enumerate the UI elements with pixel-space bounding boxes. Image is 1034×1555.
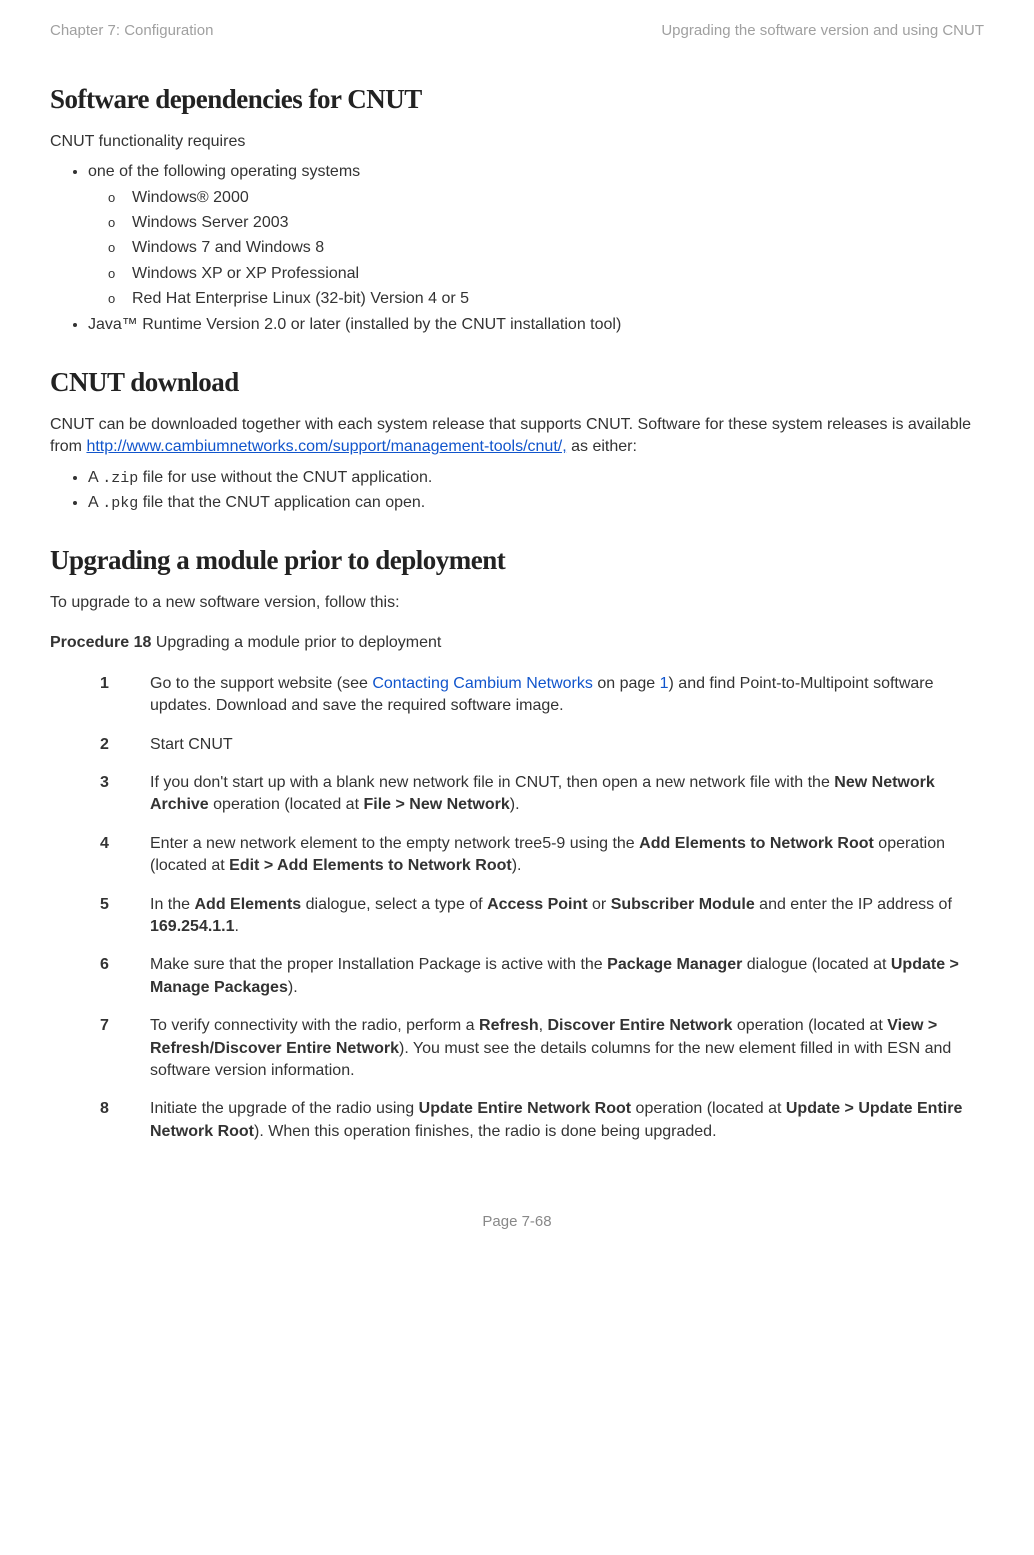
os-sublist: Windows® 2000 Windows Server 2003 Window…	[88, 187, 984, 311]
text: If you don't start up with a blank new n…	[150, 774, 834, 791]
step-row: 8 Initiate the upgrade of the radio usin…	[100, 1090, 984, 1151]
procedure-steps: 1 Go to the support website (see Contact…	[100, 665, 984, 1151]
procedure-heading: Procedure 18 Upgrading a module prior to…	[50, 632, 984, 654]
bold: Package Manager	[607, 956, 742, 973]
step-row: 2 Start CNUT	[100, 726, 984, 764]
text: ).	[512, 857, 522, 874]
bold: Refresh	[479, 1017, 539, 1034]
bold: 169.254.1.1	[150, 918, 235, 935]
text: ).	[510, 796, 520, 813]
bold: Subscriber Module	[611, 896, 755, 913]
bold: Add Elements to Network Root	[639, 835, 874, 852]
step-text: Start CNUT	[150, 726, 984, 764]
step-text: If you don't start up with a blank new n…	[150, 764, 984, 825]
step-row: 1 Go to the support website (see Contact…	[100, 665, 984, 726]
text: Go to the support website (see	[150, 675, 372, 692]
text: A	[88, 469, 102, 486]
step-text: In the Add Elements dialogue, select a t…	[150, 886, 984, 947]
text: To verify connectivity with the radio, p…	[150, 1017, 479, 1034]
step-number: 1	[100, 665, 150, 726]
list-item: Windows® 2000	[132, 187, 984, 209]
procedure-label: Procedure 18	[50, 634, 151, 651]
step-number: 7	[100, 1007, 150, 1090]
step-row: 7 To verify connectivity with the radio,…	[100, 1007, 984, 1090]
text: ).	[288, 979, 298, 996]
text: .	[235, 918, 239, 935]
header-right: Upgrading the software version and using…	[661, 20, 984, 41]
step-row: 6 Make sure that the proper Installation…	[100, 946, 984, 1007]
list-item: Windows Server 2003	[132, 212, 984, 234]
sec1-intro: CNUT functionality requires	[50, 131, 984, 153]
sec2-list: A .zip file for use without the CNUT app…	[50, 467, 984, 515]
sec1-list: one of the following operating systems W…	[50, 161, 984, 336]
page-header: Chapter 7: Configuration Upgrading the s…	[50, 20, 984, 41]
text: ,	[539, 1017, 548, 1034]
text: or	[588, 896, 611, 913]
step-number: 3	[100, 764, 150, 825]
sec3-intro: To upgrade to a new software version, fo…	[50, 592, 984, 614]
bold: Update Entire Network Root	[419, 1100, 631, 1117]
text: Enter a new network element to the empty…	[150, 835, 639, 852]
step-row: 5 In the Add Elements dialogue, select a…	[100, 886, 984, 947]
procedure-title-text: Upgrading a module prior to deployment	[151, 634, 441, 651]
bold: File > New Network	[363, 796, 509, 813]
step-row: 4 Enter a new network element to the emp…	[100, 825, 984, 886]
section-title-dependencies: Software dependencies for CNUT	[50, 81, 984, 119]
text: dialogue, select a type of	[301, 896, 487, 913]
step-text: Initiate the upgrade of the radio using …	[150, 1090, 984, 1151]
step-row: 3 If you don't start up with a blank new…	[100, 764, 984, 825]
step-number: 4	[100, 825, 150, 886]
text: operation (located at	[631, 1100, 786, 1117]
contact-link[interactable]: Contacting Cambium Networks	[372, 675, 593, 692]
text: file for use without the CNUT applicatio…	[138, 469, 432, 486]
text: as either:	[567, 438, 637, 455]
download-link[interactable]: http://www.cambiumnetworks.com/support/m…	[86, 438, 566, 455]
text: Make sure that the proper Installation P…	[150, 956, 607, 973]
step-number: 6	[100, 946, 150, 1007]
text: operation (located at	[732, 1017, 887, 1034]
list-item: Windows XP or XP Professional	[132, 263, 984, 285]
text: In the	[150, 896, 194, 913]
text: on page	[593, 675, 660, 692]
header-left: Chapter 7: Configuration	[50, 20, 213, 41]
text: operation (located at	[209, 796, 364, 813]
step-text: Enter a new network element to the empty…	[150, 825, 984, 886]
sec2-paragraph: CNUT can be downloaded together with eac…	[50, 414, 984, 459]
text: and enter the IP address of	[755, 896, 952, 913]
list-item: Windows 7 and Windows 8	[132, 237, 984, 259]
text: dialogue (located at	[742, 956, 891, 973]
text: Initiate the upgrade of the radio using	[150, 1100, 419, 1117]
text: file that the CNUT application can open.	[138, 494, 425, 511]
page-footer: Page 7-68	[50, 1211, 984, 1232]
code-pkg: .pkg	[102, 495, 138, 512]
bold: Edit > Add Elements to Network Root	[229, 857, 512, 874]
step-number: 2	[100, 726, 150, 764]
text: A	[88, 494, 102, 511]
step-text: Go to the support website (see Contactin…	[150, 665, 984, 726]
list-text: one of the following operating systems	[88, 163, 360, 180]
list-item: Red Hat Enterprise Linux (32-bit) Versio…	[132, 288, 984, 310]
list-item: A .pkg file that the CNUT application ca…	[88, 492, 984, 514]
section-title-download: CNUT download	[50, 364, 984, 402]
step-number: 8	[100, 1090, 150, 1151]
list-item: one of the following operating systems W…	[88, 161, 984, 310]
step-text: Make sure that the proper Installation P…	[150, 946, 984, 1007]
step-text: To verify connectivity with the radio, p…	[150, 1007, 984, 1090]
page-ref[interactable]: 1	[660, 675, 669, 692]
list-item: Java™ Runtime Version 2.0 or later (inst…	[88, 314, 984, 336]
text: ). When this operation finishes, the rad…	[254, 1123, 717, 1140]
bold: Discover Entire Network	[548, 1017, 733, 1034]
bold: Access Point	[487, 896, 587, 913]
section-title-upgrade: Upgrading a module prior to deployment	[50, 542, 984, 580]
list-item: A .zip file for use without the CNUT app…	[88, 467, 984, 489]
step-number: 5	[100, 886, 150, 947]
bold: Add Elements	[194, 896, 301, 913]
code-zip: .zip	[102, 470, 138, 487]
